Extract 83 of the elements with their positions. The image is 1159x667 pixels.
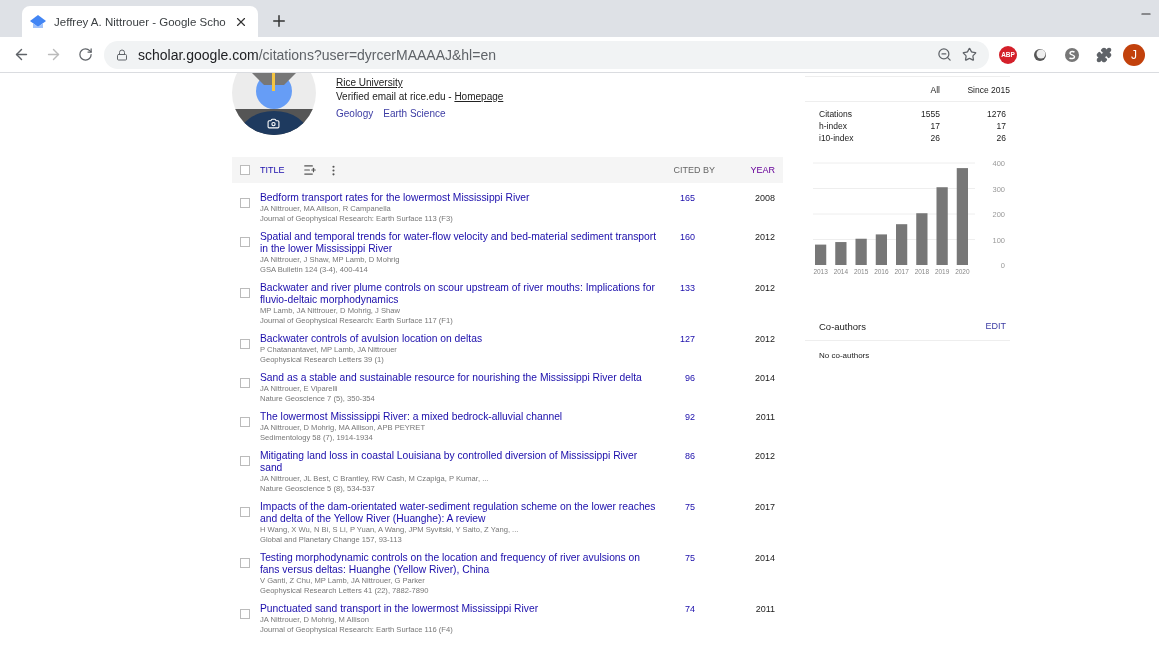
- article-title-link[interactable]: Sand as a stable and sustainable resource for nourishing the Mississippi River delta: [260, 372, 661, 384]
- cited-by-link[interactable]: 86: [671, 450, 695, 494]
- circle-icon[interactable]: [1032, 46, 1048, 63]
- address-bar[interactable]: scholar.google.com/citations?user=dyrcerMAAAAJ&hl=en: [104, 40, 989, 69]
- homepage-link[interactable]: Homepage: [454, 91, 504, 102]
- checkbox[interactable]: [240, 339, 250, 349]
- checkbox[interactable]: [240, 456, 250, 466]
- article-year: 2014: [753, 372, 775, 385]
- cited-by-link[interactable]: 96: [671, 372, 695, 404]
- article-year: 2011: [754, 411, 775, 424]
- tab-title: Jeffrey A. Nittrouer - Google Scho: [54, 15, 226, 28]
- stats-value: 26: [995, 133, 1007, 143]
- reload-icon[interactable]: [77, 47, 93, 62]
- article-year: 2008: [753, 192, 775, 205]
- article-title-link[interactable]: Backwater and river plume controls on scour upstream of river mouths: Implications for fluvio-deltaic morphodynamics: [260, 282, 661, 306]
- stats-label: Citations: [818, 108, 854, 119]
- article-year: 2014: [753, 552, 775, 565]
- stats-column-header: Since 2015: [940, 77, 1010, 102]
- article-title-link[interactable]: Testing morphodynamic controls on the location and frequency of river avulsions on fans versus deltas: Huanghe (Yellow River), China: [260, 552, 661, 576]
- checkbox[interactable]: [240, 288, 250, 298]
- article-title-link[interactable]: Punctuated sand transport in the lowermost Mississippi River: [260, 603, 661, 615]
- puzzle-icon[interactable]: [1096, 46, 1112, 63]
- no-coauthors-text: No co-authors: [818, 350, 871, 360]
- bar: [916, 213, 928, 265]
- article-year: 2012: [753, 450, 775, 463]
- article-year: 2012: [753, 282, 775, 295]
- article-title-link[interactable]: Spatial and temporal trends for water-flow velocity and bed-material sediment transport in the lower Mississippi River: [260, 231, 661, 255]
- bar: [835, 242, 847, 265]
- article-title-link[interactable]: The lowermost Mississippi River: a mixed bedrock-alluvial channel: [260, 411, 661, 423]
- stats-label: i10-index: [818, 133, 855, 143]
- stats-value: 26: [929, 133, 940, 143]
- checkbox[interactable]: [240, 417, 250, 427]
- star-icon[interactable]: [962, 47, 977, 62]
- cap-icon: [30, 14, 46, 29]
- cited-by-link[interactable]: 165: [671, 192, 695, 224]
- checkbox[interactable]: [240, 507, 250, 517]
- interest-link[interactable]: Geology: [336, 108, 374, 119]
- stats-label: h-index: [818, 121, 848, 131]
- article-year: 2017: [753, 501, 775, 514]
- checkbox[interactable]: [240, 237, 250, 247]
- stats-value: 1555: [920, 108, 940, 119]
- article-title-link[interactable]: Impacts of the dam-orientated water-sediment regulation scheme on the lower reaches and delta of the Yellow River (Huanghe): A review: [260, 501, 661, 525]
- add-icon[interactable]: [302, 163, 317, 177]
- stats-value: 1276: [986, 108, 1007, 119]
- cited-by-link[interactable]: 133: [671, 282, 695, 326]
- bar: [855, 238, 867, 265]
- stats-value: 17: [995, 121, 1007, 131]
- stats-column-header: All: [880, 77, 940, 102]
- bar: [815, 244, 827, 265]
- checkbox[interactable]: [240, 165, 250, 175]
- s-logo-icon[interactable]: [1064, 46, 1080, 63]
- cited-by-link[interactable]: 74: [671, 603, 695, 635]
- checkbox[interactable]: [240, 378, 250, 388]
- checkbox[interactable]: [240, 558, 250, 568]
- cited-by-link[interactable]: 75: [671, 501, 695, 545]
- article-title-link[interactable]: Mitigating land loss in coastal Louisiana by controlled diversion of Mississippi River sand: [260, 450, 661, 474]
- cited-by-link[interactable]: 92: [671, 411, 695, 443]
- checkbox[interactable]: [240, 198, 250, 208]
- article-title-link[interactable]: Backwater controls of avulsion location on deltas: [260, 333, 661, 345]
- avatar-icon[interactable]: [232, 73, 316, 135]
- profile-avatar[interactable]: J: [1123, 43, 1145, 66]
- article-year: 2011: [754, 603, 775, 616]
- interest-link[interactable]: Earth Science: [383, 108, 446, 119]
- article-title-link[interactable]: Bedform transport rates for the lowermost Mississippi River: [260, 192, 661, 204]
- zoom-out-icon[interactable]: [937, 47, 952, 62]
- edit-link[interactable]: EDIT: [985, 321, 1010, 332]
- bar: [896, 224, 908, 265]
- cited-by-link[interactable]: 75: [671, 552, 695, 596]
- affiliation-link[interactable]: Rice University: [336, 77, 504, 88]
- article-year: 2012: [753, 333, 775, 346]
- browser-tab[interactable]: Jeffrey A. Nittrouer - Google Scho: [22, 6, 258, 37]
- article-year: 2012: [753, 231, 775, 244]
- lock-icon: [116, 48, 128, 61]
- verified-email: Verified email at rice.edu - Homepage: [336, 91, 504, 102]
- coauthors-title: Co-authors: [819, 321, 866, 332]
- title-sort-link[interactable]: TITLE: [260, 165, 285, 175]
- checkbox[interactable]: [240, 609, 250, 619]
- bar: [875, 234, 887, 265]
- year-sort-link[interactable]: YEAR: [725, 165, 775, 175]
- cited-by-link[interactable]: 160: [671, 231, 695, 275]
- stats-value: 17: [929, 121, 940, 131]
- cited-by-link[interactable]: 127: [671, 333, 695, 365]
- cited-by-header: CITED BY: [672, 165, 715, 175]
